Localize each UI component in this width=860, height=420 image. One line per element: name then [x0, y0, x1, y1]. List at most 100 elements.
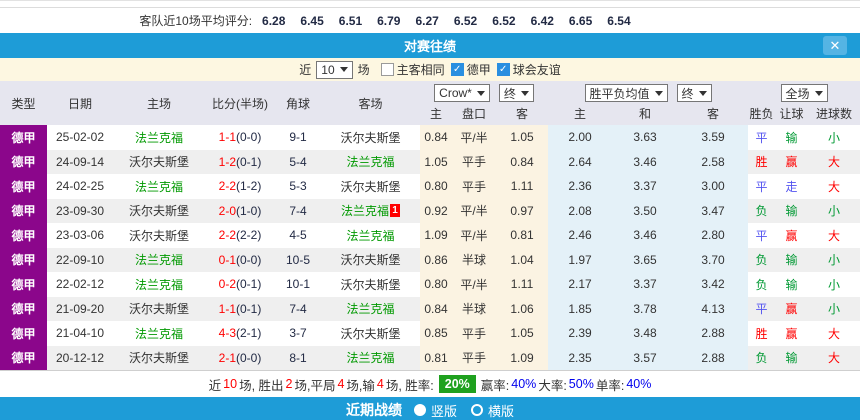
close-icon[interactable]: ✕ — [823, 36, 847, 55]
league-badge: 德甲 — [0, 346, 47, 371]
avg-draw: 3.65 — [612, 248, 678, 273]
layout-option-unselected[interactable]: 横版 — [471, 401, 514, 420]
result-goals: 小 — [808, 297, 860, 322]
panel-title-bar: 对赛往绩 ✕ — [0, 33, 860, 58]
filter-checkbox-option[interactable]: ✓德甲 — [451, 61, 491, 78]
away-team: 法兰克福 — [321, 346, 420, 371]
rating-value: 6.28 — [262, 14, 285, 28]
home-team: 法兰克福 — [113, 125, 205, 150]
avg-time-value: 终 — [682, 85, 694, 102]
avg-draw: 3.46 — [612, 223, 678, 248]
avg-type-value: 胜平负均值 — [590, 85, 650, 102]
summary-text: 场, 胜率: — [386, 375, 434, 394]
away-team: 沃尔夫斯堡 — [321, 174, 420, 199]
subhead-result-goals: 进球数 — [808, 105, 860, 125]
header-away: 客场 — [321, 81, 420, 125]
summary-text: 场,输 — [346, 375, 374, 394]
score-cell: 2-0(1-0) — [205, 199, 275, 224]
table-row: 德甲 24-09-14 沃尔夫斯堡 1-2(0-1) 5-4 法兰克福 1.05… — [0, 150, 860, 175]
header-home: 主场 — [113, 81, 205, 125]
home-team: 沃尔夫斯堡 — [113, 199, 205, 224]
checkbox-checked-icon[interactable]: ✓ — [451, 63, 464, 76]
result-handicap: 赢 — [775, 321, 808, 346]
result-wdl: 平 — [748, 125, 775, 150]
halftime-score: (0-1) — [236, 302, 261, 316]
avg-home: 2.46 — [548, 223, 612, 248]
summary-text: 4 — [377, 377, 384, 391]
radio-unselected-icon[interactable] — [471, 404, 483, 416]
avg-draw: 3.57 — [612, 346, 678, 371]
top-divider — [0, 0, 860, 8]
away-team-name: 法兰克福 — [341, 204, 389, 218]
checkbox-checked-icon[interactable]: ✓ — [497, 63, 510, 76]
score-cell: 1-1(0-1) — [205, 297, 275, 322]
avg-draw: 3.48 — [612, 321, 678, 346]
odds-company-value: Crow* — [439, 86, 472, 100]
result-wdl: 负 — [748, 346, 775, 371]
recent-results-bar: 近期战绩 竖版横版 — [0, 397, 860, 420]
red-card-badge: 1 — [390, 204, 400, 217]
odds-away: 1.04 — [496, 248, 548, 273]
filter-checkbox-option[interactable]: 主客相同 — [381, 61, 445, 78]
halftime-score: (1-0) — [236, 204, 261, 218]
fulltime-score: 1-1 — [219, 130, 236, 144]
result-goals: 大 — [808, 174, 860, 199]
home-team: 法兰克福 — [113, 174, 205, 199]
avg-away: 2.88 — [678, 321, 748, 346]
rating-value: 6.79 — [377, 14, 400, 28]
games-label: 场 — [358, 61, 370, 78]
result-scope-value: 全场 — [786, 85, 810, 102]
match-date: 22-02-12 — [47, 272, 113, 297]
odds-home: 0.84 — [420, 297, 452, 322]
home-team: 法兰克福 — [113, 248, 205, 273]
avg-time-select[interactable]: 终 — [677, 84, 712, 102]
table-row: 德甲 20-12-12 沃尔夫斯堡 2-1(0-0) 8-1 法兰克福 0.81… — [0, 346, 860, 371]
avg-type-select[interactable]: 胜平负均值 — [585, 84, 668, 102]
fulltime-score: 1-2 — [219, 155, 236, 169]
head-to-head-panel: 客队近10场平均评分: 6.286.456.516.796.276.526.52… — [0, 0, 860, 420]
odds-handicap: 平手 — [452, 321, 496, 346]
home-team: 沃尔夫斯堡 — [113, 150, 205, 175]
odds-time-select[interactable]: 终 — [499, 84, 534, 102]
corner-count: 5-4 — [275, 150, 321, 175]
odds-company-select[interactable]: Crow* — [434, 84, 490, 102]
odds-handicap: 平/半 — [452, 272, 496, 297]
halftime-score: (0-1) — [236, 155, 261, 169]
score-cell: 0-1(0-0) — [205, 248, 275, 273]
corner-count: 8-1 — [275, 346, 321, 371]
home-team: 法兰克福 — [113, 272, 205, 297]
corner-count: 7-4 — [275, 199, 321, 224]
rating-value: 6.65 — [569, 14, 592, 28]
chevron-down-icon — [521, 91, 529, 96]
league-badge: 德甲 — [0, 223, 47, 248]
result-wdl: 负 — [748, 199, 775, 224]
radio-selected-icon[interactable] — [414, 404, 426, 416]
summary-text: 赢率: — [481, 375, 509, 394]
corner-count: 3-7 — [275, 321, 321, 346]
checkbox-unchecked-icon[interactable] — [381, 63, 394, 76]
result-handicap: 赢 — [775, 150, 808, 175]
rating-value: 6.45 — [300, 14, 323, 28]
avg-draw: 3.37 — [612, 272, 678, 297]
match-count-select[interactable]: 10 — [316, 61, 352, 79]
win-rate-badge: 20% — [439, 375, 476, 393]
header-type: 类型 — [0, 81, 47, 125]
result-scope-select[interactable]: 全场 — [781, 84, 828, 102]
checkbox-label: 主客相同 — [397, 61, 445, 78]
avg-home: 1.97 — [548, 248, 612, 273]
filter-checkbox-option[interactable]: ✓球会友谊 — [497, 61, 561, 78]
layout-option-selected[interactable]: 竖版 — [414, 401, 457, 420]
result-handicap: 输 — [775, 125, 808, 150]
corner-count: 5-3 — [275, 174, 321, 199]
rating-value: 6.42 — [531, 14, 554, 28]
radio-label: 横版 — [488, 401, 514, 420]
score-cell: 2-2(2-2) — [205, 223, 275, 248]
avg-away: 4.13 — [678, 297, 748, 322]
corner-count: 9-1 — [275, 125, 321, 150]
league-badge: 德甲 — [0, 297, 47, 322]
fulltime-score: 1-1 — [219, 302, 236, 316]
home-team: 沃尔夫斯堡 — [113, 297, 205, 322]
corner-count: 7-4 — [275, 297, 321, 322]
away-team-name: 沃尔夫斯堡 — [340, 180, 400, 194]
checkbox-label: 球会友谊 — [513, 61, 561, 78]
